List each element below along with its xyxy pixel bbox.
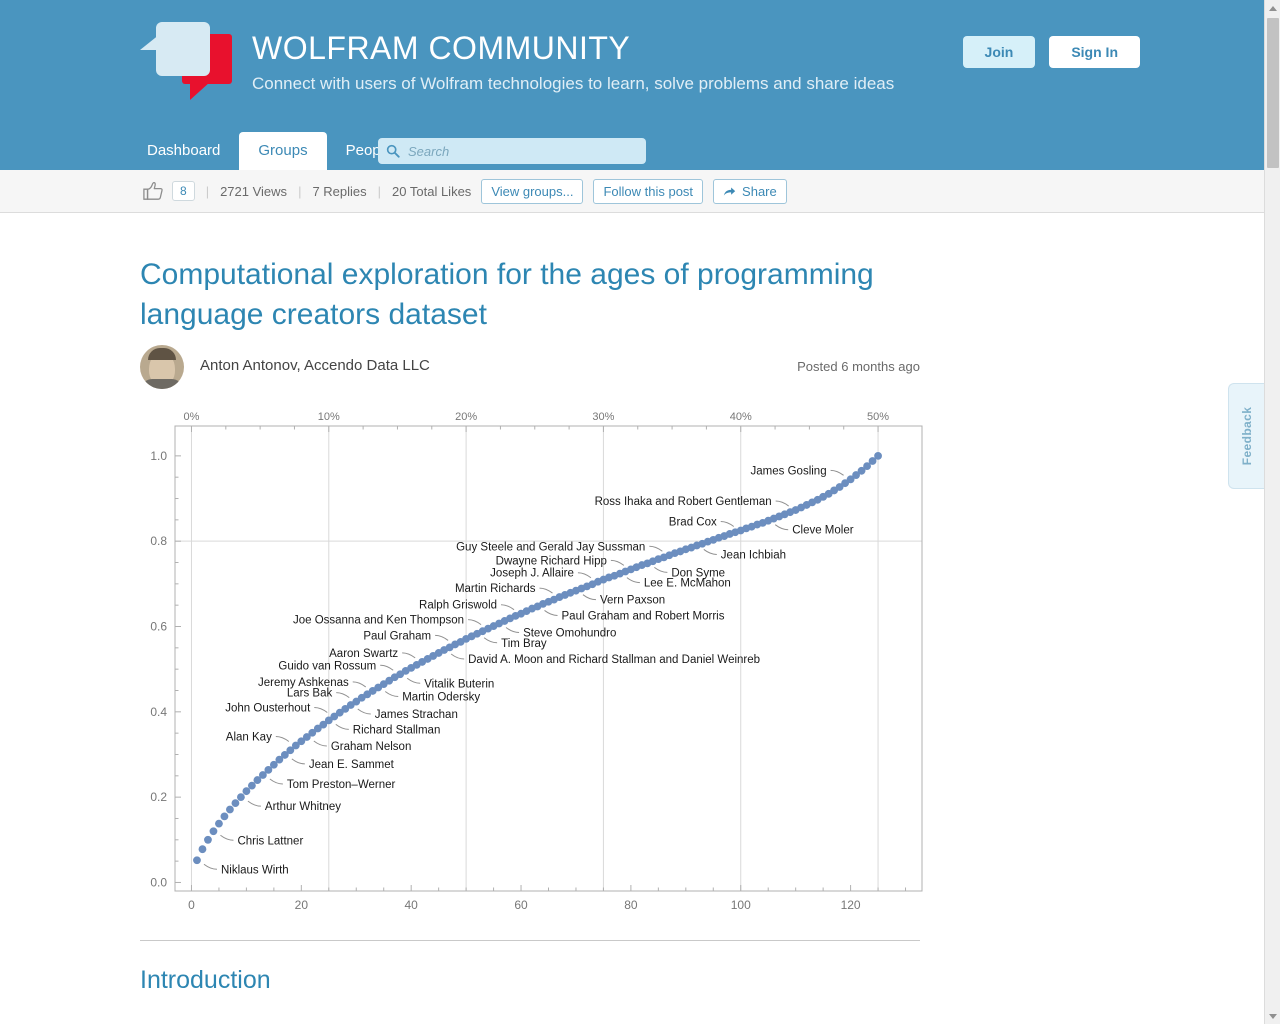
svg-text:Martin Odersky: Martin Odersky [402,692,480,704]
svg-text:James Strachan: James Strachan [375,709,458,721]
page-root: WOLFRAM COMMUNITY Connect with users of … [0,0,1280,1024]
tab-groups[interactable]: Groups [239,132,327,170]
site-title: WOLFRAM COMMUNITY [252,30,631,66]
svg-text:Niklaus Wirth: Niklaus Wirth [221,864,289,876]
tab-dashboard[interactable]: Dashboard [128,132,239,170]
post-action-bar: 8 | 2721 Views | 7 Replies | 20 Total Li… [0,170,1264,213]
search-icon [386,144,400,158]
svg-text:Chris Lattner: Chris Lattner [237,835,303,847]
svg-text:Graham Nelson: Graham Nelson [331,741,412,753]
svg-text:10%: 10% [318,411,340,423]
view-groups-button[interactable]: View groups... [481,178,584,204]
svg-text:Tom Preston–Werner: Tom Preston–Werner [287,779,396,791]
brand: WOLFRAM COMMUNITY Connect with users of … [128,22,894,100]
separator-2: | [298,183,302,199]
svg-text:Jean E. Sammet: Jean E. Sammet [309,759,395,771]
svg-text:30%: 30% [592,411,614,423]
svg-text:1.0: 1.0 [150,449,167,463]
scroll-down-arrow[interactable] [1265,1008,1280,1024]
scroll-up-arrow[interactable] [1265,0,1280,16]
svg-text:40: 40 [405,898,419,912]
svg-text:James Gosling: James Gosling [751,465,827,477]
avatar[interactable] [140,345,184,389]
join-button[interactable]: Join [962,36,1036,68]
thumbs-up-icon[interactable] [142,181,164,201]
svg-text:Don Syme: Don Syme [671,567,725,579]
svg-text:Lee E. McMahon: Lee E. McMahon [644,578,731,590]
svg-text:0: 0 [188,898,195,912]
site-header: WOLFRAM COMMUNITY Connect with users of … [0,0,1264,170]
svg-text:0%: 0% [184,411,200,423]
svg-text:60: 60 [514,898,528,912]
svg-text:Martin Richards: Martin Richards [455,583,536,595]
svg-text:Joe Ossanna and Ken Thompson: Joe Ossanna and Ken Thompson [293,615,464,627]
svg-text:20: 20 [295,898,309,912]
svg-text:Vitalik Buterin: Vitalik Buterin [424,678,494,690]
svg-text:50%: 50% [867,411,889,423]
svg-text:40%: 40% [730,411,752,423]
sign-in-button[interactable]: Sign In [1049,36,1140,68]
svg-text:0.4: 0.4 [150,705,167,719]
auth-buttons: Join Sign In [962,36,1140,68]
svg-text:John Ousterhout: John Ousterhout [225,703,311,715]
svg-text:Dwayne Richard Hipp: Dwayne Richard Hipp [496,555,607,567]
share-button[interactable]: Share [713,178,787,204]
separator-3: | [377,183,382,199]
svg-text:Steve Omohundro: Steve Omohundro [523,628,616,640]
svg-text:Paul Graham and Robert Morris: Paul Graham and Robert Morris [562,610,725,622]
svg-text:0.0: 0.0 [150,875,167,889]
replies-count: 7 Replies [312,183,367,199]
svg-text:0.8: 0.8 [150,534,167,548]
search-input[interactable] [408,143,623,159]
share-button-label: Share [742,183,777,199]
svg-text:Alan Kay: Alan Kay [226,732,272,744]
svg-text:Paul Graham: Paul Graham [363,630,431,642]
section-heading-introduction: Introduction [140,966,271,994]
svg-text:Arthur Whitney: Arthur Whitney [265,801,341,813]
follow-post-button[interactable]: Follow this post [593,178,704,204]
byline: Anton Antonov, Accendo Data LLC Posted 6… [140,345,920,389]
svg-text:Jeremy Ashkenas: Jeremy Ashkenas [258,677,349,689]
svg-text:David A. Moon and Richard Stal: David A. Moon and Richard Stallman and D… [468,654,760,666]
total-likes-count: 20 Total Likes [392,183,472,199]
chart-figure: 0 20 40 60 80 100 120 0.0 0.2 0.4 0.6 0.8 1.0 0% 10% 20… [140,408,930,928]
post-content: Computational exploration for the ages o… [0,213,1264,1024]
svg-text:Ross Ihaka and Robert Gentlema: Ross Ihaka and Robert Gentleman [595,496,772,508]
svg-text:120: 120 [841,898,861,912]
search-box[interactable] [378,138,646,164]
svg-text:Jean Ichbiah: Jean Ichbiah [721,549,786,561]
svg-text:0.6: 0.6 [150,620,167,634]
page-title: Computational exploration for the ages o… [140,258,874,331]
feedback-tab[interactable]: Feedback [1228,383,1264,489]
svg-text:0.2: 0.2 [150,790,167,804]
wolfram-logo-icon [138,22,238,100]
svg-text:Tim Bray: Tim Bray [501,638,547,650]
views-count: 2721 Views [220,183,288,199]
svg-text:Cleve Moler: Cleve Moler [792,525,854,537]
posted-timestamp: Posted 6 months ago [797,359,920,374]
site-tagline: Connect with users of Wolfram technologi… [252,74,895,93]
creators-age-cdf-plot: 0 20 40 60 80 100 120 0.0 0.2 0.4 0.6 0.8 1.0 0% 10% 20… [150,411,923,912]
separator-1: | [205,183,210,199]
scrollbar-thumb[interactable] [1267,18,1279,168]
svg-text:Vern Paxson: Vern Paxson [600,595,665,607]
svg-text:80: 80 [624,898,638,912]
page-scrollbar[interactable] [1264,0,1280,1024]
svg-text:Aaron Swartz: Aaron Swartz [329,648,398,660]
feedback-label: Feedback [1240,406,1254,466]
svg-text:Guido van Rossum: Guido van Rossum [278,660,376,672]
section-divider [140,940,920,941]
svg-text:20%: 20% [455,411,477,423]
svg-text:Lars Bak: Lars Bak [287,688,333,700]
svg-text:Guy Steele and Gerald Jay Suss: Guy Steele and Gerald Jay Sussman [456,541,645,553]
share-arrow-icon [723,186,736,196]
author-name: Anton Antonov, Accendo Data LLC [200,357,430,374]
svg-text:100: 100 [731,898,751,912]
like-count-badge[interactable]: 8 [172,181,195,201]
svg-text:Ralph Griswold: Ralph Griswold [419,600,497,612]
svg-text:Joseph J. Allaire: Joseph J. Allaire [490,568,574,580]
svg-text:Brad Cox: Brad Cox [669,517,717,529]
svg-text:Richard Stallman: Richard Stallman [353,724,441,736]
main-nav-tabs: Dashboard Groups People [128,132,411,170]
